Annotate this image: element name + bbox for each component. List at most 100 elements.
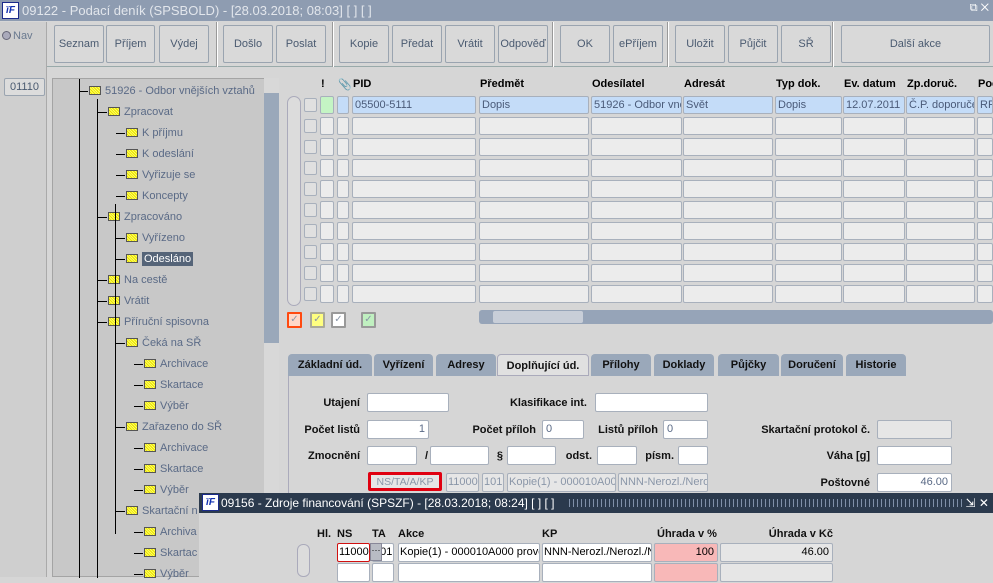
grid-cell-empty[interactable] <box>775 180 842 198</box>
tree-item[interactable]: Zpracováno <box>108 209 182 226</box>
row-checkbox[interactable] <box>304 224 317 238</box>
grid-cell-empty[interactable] <box>683 222 773 240</box>
klasifikace-input[interactable] <box>595 393 708 412</box>
column-header-typ[interactable]: Typ dok. <box>776 78 843 92</box>
tree-item[interactable]: Archiva <box>144 524 197 541</box>
grid-cell-empty[interactable] <box>337 159 349 177</box>
toolbar-button-seznam[interactable]: Seznam <box>54 25 104 63</box>
tree-item[interactable]: Vyřizuje se <box>126 167 195 184</box>
grid-cell-empty[interactable] <box>479 159 589 177</box>
grid-cell-empty[interactable] <box>977 285 993 303</box>
tab-historie[interactable]: Historie <box>846 354 906 376</box>
code-button[interactable]: 01110 <box>4 78 45 96</box>
grid-cell-empty[interactable] <box>479 222 589 240</box>
grid-cell-empty[interactable] <box>591 159 682 177</box>
grid-cell-empty[interactable] <box>352 159 476 177</box>
grid-cell-empty[interactable] <box>591 138 682 156</box>
utajeni-input[interactable] <box>367 393 449 412</box>
grid-cell-odesilatel[interactable]: 51926 - Odbor vnějších vztahů <box>591 96 682 114</box>
grid-cell-empty[interactable] <box>320 285 334 303</box>
tree-item[interactable]: Archivace <box>144 440 208 457</box>
tree-item[interactable]: 51926 - Odbor vnějších vztahů <box>89 83 255 100</box>
grid-cell-empty[interactable] <box>591 222 682 240</box>
row-checkbox[interactable] <box>304 182 317 196</box>
tree-item[interactable]: Archivace <box>144 356 208 373</box>
dlg-uhrada-pct-input[interactable]: 100 <box>654 543 718 562</box>
column-header-odesilatel[interactable]: Odesílatel <box>592 78 683 92</box>
tab-vyrizeni[interactable]: Vyřízení <box>374 354 433 376</box>
grid-cell-empty[interactable] <box>683 243 773 261</box>
row-checkbox[interactable] <box>304 98 317 112</box>
grid-cell-pid[interactable]: 05500-5111 <box>352 96 476 114</box>
grid-cell-empty[interactable] <box>775 222 842 240</box>
grid-cell-empty[interactable] <box>337 180 349 198</box>
tab-doruceni[interactable]: Doručení <box>781 354 843 376</box>
grid-cell-empty[interactable] <box>337 222 349 240</box>
grid-cell-empty[interactable] <box>352 222 476 240</box>
tree-item[interactable]: K odeslání <box>126 146 194 163</box>
grid-cell-empty[interactable] <box>906 117 975 135</box>
grid-cell-empty[interactable] <box>775 201 842 219</box>
grid-cell-predmet[interactable]: Dopis <box>479 96 589 114</box>
grid-cell-empty[interactable] <box>843 222 905 240</box>
grid-cell-empty[interactable] <box>352 285 476 303</box>
grid-cell-empty[interactable] <box>775 117 842 135</box>
grid-cell-empty[interactable] <box>977 117 993 135</box>
grid-cell-evdatum[interactable]: 12.07.2011 <box>843 96 905 114</box>
toolbar-button-eprijem[interactable]: ePříjem <box>613 25 663 63</box>
pocet-priloh-input[interactable]: 0 <box>542 420 584 439</box>
legend-checkbox[interactable]: ✓ <box>287 312 302 328</box>
grid-cell-empty[interactable] <box>320 117 334 135</box>
drag-handle[interactable] <box>569 499 964 507</box>
tab-doplnujiciud[interactable]: Doplňující úd. <box>497 354 589 376</box>
dlg-kp-input-empty[interactable] <box>542 563 652 582</box>
dlg-ns-input-empty[interactable] <box>337 563 370 582</box>
nav-radio[interactable]: Nav <box>2 30 33 42</box>
grid-cell-empty[interactable] <box>843 138 905 156</box>
tree-item[interactable]: K příjmu <box>126 125 183 142</box>
grid-cell-empty[interactable] <box>683 138 773 156</box>
grid-cell-empty[interactable] <box>775 159 842 177</box>
grid-cell-empty[interactable] <box>352 117 476 135</box>
tree-item[interactable]: Zpracovat <box>108 104 173 121</box>
grid-cell-empty[interactable] <box>320 138 334 156</box>
toolbar-button-dalsiakce[interactable]: Další akce <box>841 25 990 63</box>
row-checkbox[interactable] <box>304 203 317 217</box>
toolbar-button-pujcit[interactable]: Půjčit <box>728 25 778 63</box>
grid-cell-empty[interactable] <box>683 180 773 198</box>
tree-item[interactable]: Skartační n <box>126 503 198 520</box>
tree-item[interactable]: Výběr <box>144 566 189 583</box>
grid-cell-empty[interactable] <box>479 201 589 219</box>
tree-item[interactable]: Na cestě <box>108 272 167 289</box>
legend-checkbox[interactable]: ✓ <box>331 312 346 328</box>
toolbar-button-poslat[interactable]: Poslat <box>276 25 326 63</box>
toolbar-button-ulozit[interactable]: Uložit <box>675 25 725 63</box>
tab-doklady[interactable]: Doklady <box>654 354 714 376</box>
grid-cell-empty[interactable] <box>337 138 349 156</box>
tab-prilohy[interactable]: Přílohy <box>591 354 651 376</box>
column-header-zpdoruc[interactable]: Zp.doruč. <box>907 78 976 92</box>
toolbar-button-predat[interactable]: Předat <box>392 25 442 63</box>
grid-cell-empty[interactable] <box>591 180 682 198</box>
legend-checkbox[interactable]: ✓ <box>310 312 325 328</box>
grid-cell-empty[interactable] <box>906 222 975 240</box>
grid-cell-empty[interactable] <box>977 264 993 282</box>
grid-cell-empty[interactable] <box>683 201 773 219</box>
grid-cell-empty[interactable] <box>683 117 773 135</box>
grid-cell-empty[interactable] <box>320 222 334 240</box>
grid-cell-empty[interactable] <box>906 159 975 177</box>
odst-input[interactable] <box>597 446 637 465</box>
grid-cell-empty[interactable] <box>352 180 476 198</box>
row-checkbox[interactable] <box>304 287 317 301</box>
tab-adresy[interactable]: Adresy <box>436 354 496 376</box>
grid-cell-empty[interactable] <box>479 285 589 303</box>
grid-cell-empty[interactable] <box>352 264 476 282</box>
lookup-button[interactable]: ··· <box>370 543 382 561</box>
tree-item[interactable]: Odesláno <box>126 251 194 268</box>
tree-item[interactable]: Zařazeno do SŘ <box>126 419 222 436</box>
grid-cell-empty[interactable] <box>352 138 476 156</box>
toolbar-button-doslo[interactable]: Došlo <box>223 25 273 63</box>
grid-cell-excl[interactable] <box>320 96 334 114</box>
row-checkbox[interactable] <box>304 140 317 154</box>
grid-cell-empty[interactable] <box>337 264 349 282</box>
